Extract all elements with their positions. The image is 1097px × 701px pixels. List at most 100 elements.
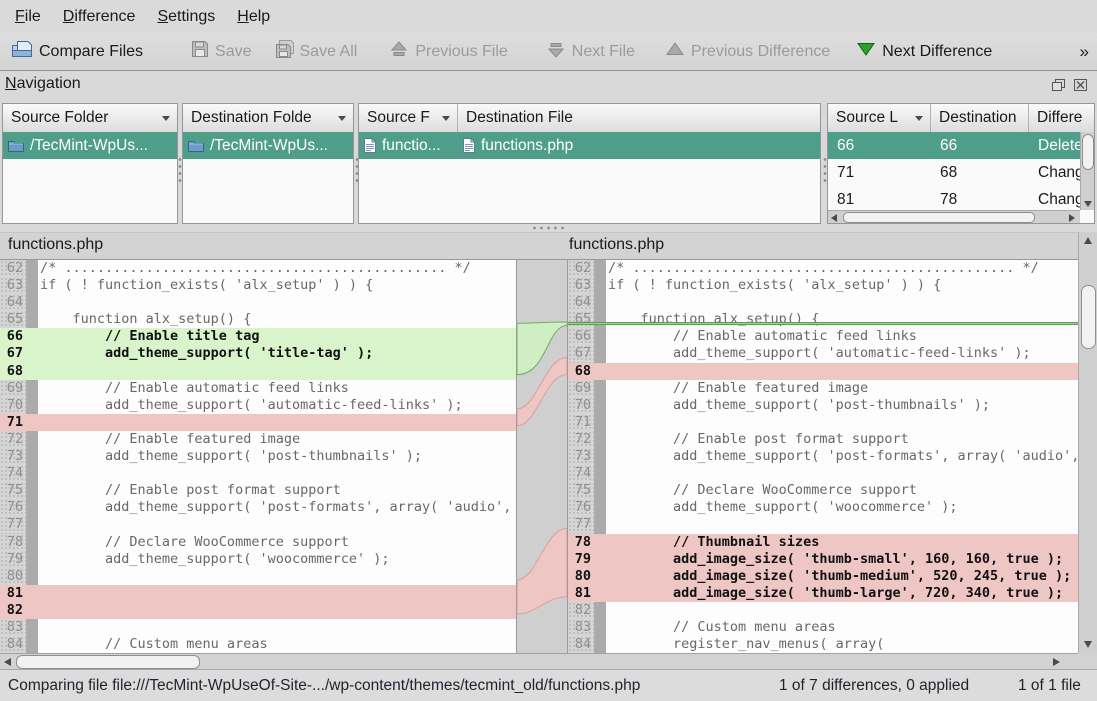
code-line: 66 // Enable title tag [0, 328, 516, 345]
code-line: 68 [0, 363, 516, 380]
code-line: 82 [0, 602, 516, 619]
next-file-label: Next File [572, 43, 635, 61]
destination-pane-title: functions.php [569, 236, 664, 254]
line-text: // Custom menu areas [38, 636, 516, 653]
code-line: 69 // Enable automatic feed links [0, 380, 516, 397]
line-marker [594, 260, 606, 277]
destination-folder-row[interactable]: /TecMint-WpUs... [183, 132, 353, 159]
diff-horizontal-scrollbar[interactable] [0, 653, 1078, 669]
code-line: 76 add_theme_support( 'post-formats', ar… [0, 499, 516, 516]
line-marker [594, 431, 606, 448]
scroll-right-icon[interactable] [1053, 658, 1060, 666]
scroll-down-icon[interactable] [1084, 201, 1092, 207]
scrollbar-thumb[interactable] [1081, 285, 1096, 349]
save-all-button: Save All [267, 40, 367, 63]
scroll-up-icon[interactable] [1084, 237, 1092, 244]
save-button: Save [182, 40, 260, 63]
line-marker [594, 516, 606, 533]
scrollbar-thumb[interactable] [843, 212, 1035, 223]
line-number: 67 [0, 345, 26, 362]
compare-files-button[interactable]: Compare Files [2, 40, 152, 64]
source-folder-header[interactable]: Source Folder [3, 104, 177, 132]
line-text: // Enable automatic feed links [38, 380, 516, 397]
line-marker [594, 328, 606, 345]
line-text: // Declare WooCommerce support [38, 534, 516, 551]
line-marker [26, 585, 38, 602]
dock-resize-handle[interactable] [531, 226, 565, 230]
previous-difference-label: Previous Difference [691, 43, 830, 61]
line-number: 64 [0, 294, 26, 311]
difference-type-header[interactable]: Differe [1029, 104, 1094, 132]
code-line: 63 if ( ! function_exists( 'alx_setup' )… [568, 277, 1078, 294]
dock-close-button[interactable] [1073, 78, 1088, 92]
source-file-header[interactable]: Source F [359, 104, 458, 132]
scrollbar-thumb[interactable] [1082, 134, 1094, 170]
difference-row[interactable]: 66 66 Deleted [828, 132, 1080, 159]
line-number: 63 [0, 277, 26, 294]
difference-row[interactable]: 81 78 Changed [828, 186, 1080, 213]
source-diff-pane[interactable]: 62 /* ..................................… [0, 260, 517, 653]
line-number: 76 [568, 499, 594, 516]
line-number: 70 [568, 397, 594, 414]
code-line: 79 add_image_size( 'thumb-small', 160, 1… [568, 551, 1078, 568]
code-line: 80 add_image_size( 'thumb-medium', 520, … [568, 568, 1078, 585]
menu-item[interactable]: Difference [52, 0, 147, 33]
line-text: // Enable post format support [606, 431, 1078, 448]
line-number: 72 [0, 431, 26, 448]
sort-indicator-icon [915, 116, 923, 121]
destination-file-value: functions.php [481, 132, 573, 159]
line-number: 79 [0, 551, 26, 568]
menu-item[interactable]: Settings [146, 0, 226, 33]
line-marker [26, 431, 38, 448]
line-marker [26, 277, 38, 294]
destination-diff-pane[interactable]: 62 /* ..................................… [567, 260, 1078, 653]
line-marker [594, 380, 606, 397]
dock-restore-button[interactable] [1051, 78, 1066, 92]
next-file-icon [546, 41, 566, 63]
file-icon [463, 138, 475, 153]
line-marker [594, 277, 606, 294]
scroll-left-icon[interactable] [831, 214, 837, 222]
line-marker [26, 636, 38, 653]
difference-row[interactable]: 71 68 Changed [828, 159, 1080, 186]
line-marker [26, 602, 38, 619]
line-number: 67 [568, 345, 594, 362]
line-text: /* .....................................… [606, 260, 1078, 277]
destination-folder-value: /TecMint-WpUs... [210, 132, 328, 159]
next-difference-button[interactable]: Next Difference [847, 41, 1001, 62]
destination-file-header[interactable]: Destination File [458, 104, 820, 132]
code-line: 71 [0, 414, 516, 431]
menu-item[interactable]: File [4, 0, 52, 33]
line-number: 84 [0, 636, 26, 653]
source-line-header[interactable]: Source L [828, 104, 931, 132]
scrollbar-thumb[interactable] [16, 655, 200, 669]
line-text [606, 363, 1078, 380]
line-number: 79 [568, 551, 594, 568]
line-text [38, 516, 516, 533]
difference-list-vertical-scrollbar[interactable] [1080, 132, 1094, 210]
file-row[interactable]: functio... functions.php [359, 132, 820, 159]
destination-folder-header[interactable]: Destination Folde [183, 104, 353, 132]
difference-list-horizontal-scrollbar[interactable] [828, 210, 1080, 223]
source-folder-row[interactable]: /TecMint-WpUs... [3, 132, 177, 159]
line-marker [594, 345, 606, 362]
line-text: // Enable title tag [38, 328, 516, 345]
destination-line-header[interactable]: Destination [931, 104, 1029, 132]
next-file-button: Next File [537, 41, 644, 63]
scroll-right-icon[interactable] [1069, 214, 1075, 222]
line-number: 74 [568, 465, 594, 482]
line-text: function alx_setup() { [38, 311, 516, 328]
previous-file-button: Previous File [380, 41, 516, 63]
code-line: 73 add_theme_support( 'post-formats', ar… [568, 448, 1078, 465]
code-line: 63 if ( ! function_exists( 'alx_setup' )… [0, 277, 516, 294]
diff-vertical-scrollbar[interactable] [1078, 232, 1097, 653]
toolbar-overflow-button[interactable]: » [1080, 33, 1089, 70]
folder-icon [188, 139, 204, 152]
scroll-down-icon[interactable] [1084, 641, 1092, 648]
line-marker [26, 516, 38, 533]
line-number: 65 [568, 311, 594, 328]
scroll-left-icon[interactable] [4, 658, 11, 666]
line-number: 75 [0, 482, 26, 499]
line-number: 80 [0, 568, 26, 585]
menu-item[interactable]: Help [226, 0, 281, 33]
